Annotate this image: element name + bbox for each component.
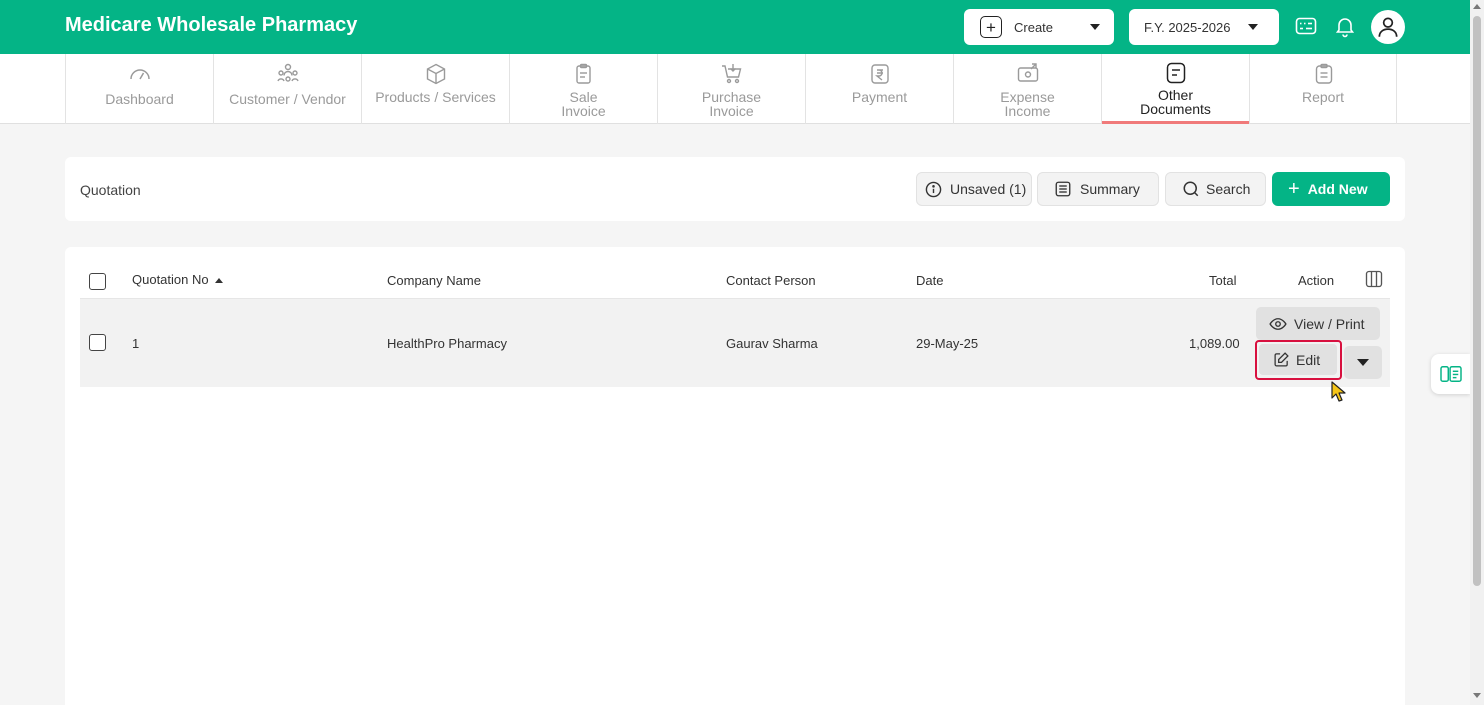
column-company-name[interactable]: Company Name	[387, 273, 481, 288]
side-panel-toggle[interactable]	[1431, 354, 1470, 394]
tab-label-line2: Invoice	[561, 103, 606, 119]
page-header-card: Quotation Unsaved (1) Summary Search + A…	[65, 157, 1405, 221]
add-new-button[interactable]: + Add New	[1272, 172, 1390, 206]
financial-year-label: F.Y. 2025-2026	[1144, 20, 1231, 35]
search-icon	[1183, 181, 1199, 197]
create-label: Create	[1014, 19, 1054, 35]
book-icon	[1439, 366, 1462, 382]
quotation-no-cell: 1	[132, 336, 140, 351]
cart-icon	[722, 64, 742, 84]
page-title: Quotation	[80, 182, 141, 198]
top-bar: Medicare Wholesale Pharmacy + Create F.Y…	[0, 0, 1470, 54]
tab-payment[interactable]: Payment	[805, 54, 953, 124]
chevron-down-icon	[1090, 24, 1100, 30]
edit-label: Edit	[1296, 351, 1321, 368]
summary-label: Summary	[1080, 181, 1140, 197]
tab-label: Other	[1157, 87, 1193, 103]
select-all-checkbox[interactable]	[89, 273, 106, 290]
tab-dashboard[interactable]: Dashboard	[65, 54, 213, 124]
chevron-down-icon	[1248, 24, 1258, 30]
column-label: Quotation No	[132, 272, 209, 287]
search-button[interactable]: Search	[1165, 172, 1266, 206]
tab-label: Dashboard	[105, 91, 174, 107]
eye-icon	[1269, 317, 1287, 330]
tab-sale-invoice[interactable]: Sale Invoice	[509, 54, 657, 124]
box-icon	[426, 63, 446, 85]
scroll-down-icon[interactable]	[1473, 693, 1481, 698]
edit-button-highlight: Edit	[1255, 340, 1342, 380]
report-icon	[1315, 63, 1333, 84]
plus-icon: +	[980, 16, 1002, 38]
tab-expense-income[interactable]: Expense Income	[953, 54, 1101, 124]
columns-icon[interactable]	[1364, 269, 1384, 289]
unsaved-label: Unsaved (1)	[950, 181, 1027, 197]
view-print-button[interactable]: View / Print	[1256, 307, 1380, 340]
list-icon	[1055, 181, 1071, 197]
summary-button[interactable]: Summary	[1037, 172, 1159, 206]
tab-label-line2: Income	[1004, 103, 1051, 119]
more-actions-dropdown[interactable]	[1344, 346, 1382, 379]
tab-label-line2: Documents	[1140, 101, 1211, 117]
table-header: Quotation No Company Name Contact Person…	[80, 265, 1390, 299]
tab-label-line2: Invoice	[709, 103, 754, 119]
edit-icon	[1274, 352, 1289, 367]
search-label: Search	[1206, 181, 1251, 197]
mouse-cursor-icon	[1331, 381, 1346, 402]
edit-button[interactable]: Edit	[1259, 344, 1337, 375]
app-title: Medicare Wholesale Pharmacy	[65, 14, 358, 36]
page-scrollbar[interactable]	[1470, 0, 1484, 705]
tab-label: Customer / Vendor	[229, 91, 346, 107]
plus-icon: +	[1288, 178, 1300, 200]
tab-customer-vendor[interactable]: Customer / Vendor	[213, 54, 361, 124]
tab-purchase-invoice[interactable]: Purchase Invoice	[657, 54, 805, 124]
scroll-up-icon[interactable]	[1473, 4, 1481, 9]
clipboard-icon	[576, 63, 591, 84]
active-tab-indicator	[1102, 121, 1249, 124]
main-nav: Dashboard Customer / Vendor Products / S…	[0, 54, 1470, 124]
user-avatar[interactable]	[1371, 10, 1405, 44]
add-new-label: Add New	[1307, 181, 1368, 197]
people-icon	[277, 63, 299, 82]
create-dropdown[interactable]: + Create	[964, 9, 1114, 45]
cash-icon	[1017, 63, 1039, 82]
tab-label: Products / Services	[375, 89, 496, 105]
column-action: Action	[1298, 273, 1335, 288]
tab-label: Expense	[1000, 89, 1055, 105]
gauge-icon	[130, 69, 150, 80]
total-cell: 1,089.00	[1189, 336, 1240, 351]
date-cell: 29-May-25	[916, 336, 979, 351]
tab-report[interactable]: Report	[1249, 54, 1397, 124]
column-total[interactable]: Total	[1209, 273, 1236, 288]
column-contact-person[interactable]: Contact Person	[726, 273, 816, 288]
quotation-table-card: Quotation No Company Name Contact Person…	[65, 247, 1405, 705]
column-date[interactable]: Date	[916, 273, 943, 288]
contact-person-cell: Gaurav Sharma	[726, 336, 818, 351]
table-row[interactable]: 1 HealthPro Pharmacy Gaurav Sharma 29-Ma…	[80, 299, 1390, 387]
tab-products-services[interactable]: Products / Services	[361, 54, 509, 124]
chevron-down-icon	[1357, 359, 1369, 366]
view-print-label: View / Print	[1294, 315, 1365, 332]
bell-icon[interactable]	[1333, 14, 1357, 38]
document-icon	[1166, 62, 1186, 84]
tab-label: Purchase	[701, 89, 762, 105]
column-quotation-no[interactable]: Quotation No	[132, 272, 223, 287]
tab-label: Report	[1301, 89, 1345, 105]
financial-year-select[interactable]: F.Y. 2025-2026	[1129, 9, 1279, 45]
tab-other-documents[interactable]: Other Documents	[1101, 54, 1249, 124]
sort-ascending-icon	[214, 278, 223, 284]
rupee-icon	[871, 64, 889, 84]
row-checkbox[interactable]	[89, 334, 106, 351]
unsaved-button[interactable]: Unsaved (1)	[916, 172, 1032, 206]
tab-label: Sale	[569, 89, 598, 105]
scrollbar-thumb[interactable]	[1473, 16, 1481, 586]
keyboard-icon[interactable]	[1294, 14, 1318, 38]
company-name-cell: HealthPro Pharmacy	[387, 336, 507, 351]
info-icon	[925, 181, 942, 197]
tab-label: Payment	[851, 89, 908, 105]
user-icon	[1378, 17, 1398, 37]
